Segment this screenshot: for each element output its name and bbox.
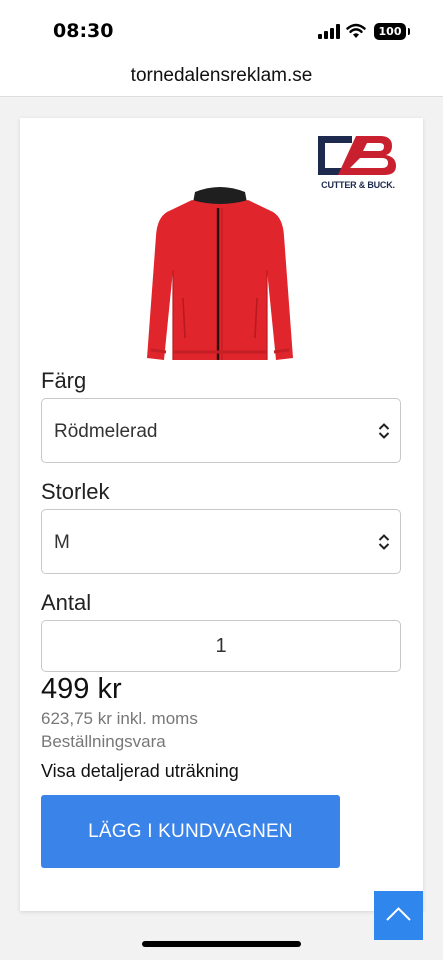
size-label: Storlek <box>41 479 110 504</box>
size-select[interactable]: M <box>41 509 401 574</box>
price: 499 kr <box>41 673 122 705</box>
quantity-input[interactable]: 1 <box>41 620 401 672</box>
quantity-label: Antal <box>41 590 92 615</box>
brand-logo: CUTTER & BUCK. <box>316 134 400 192</box>
price-incl-vat: 623,75 kr inkl. moms <box>41 709 198 728</box>
chevron-up-down-icon <box>378 534 390 550</box>
brand-logo-mark <box>318 136 396 175</box>
color-select[interactable]: Rödmelerad <box>41 398 401 463</box>
status-time: 08:30 <box>53 20 114 42</box>
chevron-up-down-icon <box>378 423 390 439</box>
signal-icon <box>318 24 340 39</box>
color-label: Färg <box>41 368 87 393</box>
wifi-icon <box>346 23 366 38</box>
chevron-up-icon <box>386 907 411 921</box>
product-image[interactable] <box>145 178 295 364</box>
url-bar[interactable]: tornedalensreklam.se <box>0 65 443 87</box>
browser-header: 08:30 100 tornedalensreklam.se <box>0 0 443 97</box>
brand-logo-text: CUTTER & BUCK. <box>321 180 395 190</box>
detailed-calculation-link[interactable]: Visa detaljerad uträkning <box>41 761 239 782</box>
size-select-value: M <box>54 532 70 553</box>
status-icons: 100 <box>318 22 410 44</box>
add-to-cart-button[interactable]: LÄGG I KUNDVAGNEN <box>41 795 340 868</box>
home-indicator <box>142 941 301 947</box>
scroll-to-top-button[interactable] <box>374 891 423 940</box>
color-select-value: Rödmelerad <box>54 421 158 442</box>
battery-icon: 100 <box>374 23 410 40</box>
product-card: CUTTER & BUCK. Färg Rödmelerad Storlek M… <box>20 118 423 911</box>
availability-note: Beställningsvara <box>41 732 166 751</box>
